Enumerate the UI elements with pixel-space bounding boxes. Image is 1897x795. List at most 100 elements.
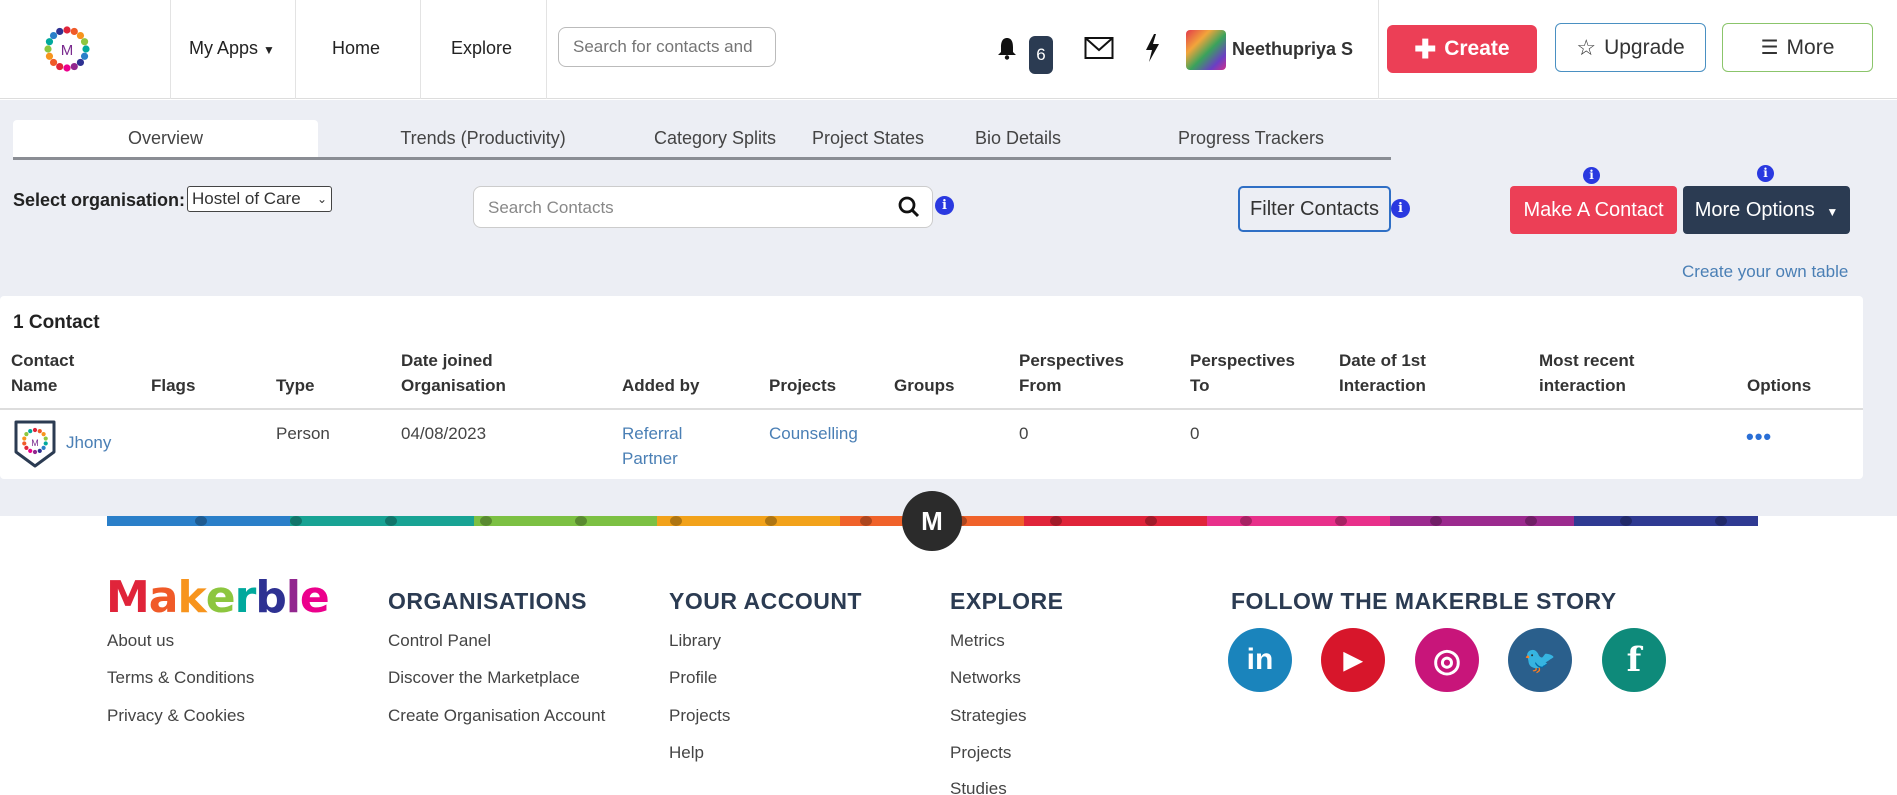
column-header-recent-interaction[interactable]: Most recent interaction — [1539, 348, 1634, 398]
tab-progress-trackers[interactable]: Progress Trackers — [1151, 120, 1351, 157]
contact-added-by-link[interactable]: Referral Partner — [622, 421, 682, 471]
stripe-joint — [480, 516, 492, 526]
logo-dot — [49, 31, 58, 40]
bell-icon[interactable] — [997, 36, 1017, 60]
footer-link-create-org[interactable]: Create Organisation Account — [388, 706, 605, 726]
chevron-down-icon: ⌄ — [316, 192, 327, 206]
contact-project-link[interactable]: Counselling — [769, 421, 858, 446]
footer-link-marketplace[interactable]: Discover the Marketplace — [388, 668, 580, 688]
footer-link-metrics[interactable]: Metrics — [950, 631, 1005, 651]
stripe-joint — [1620, 516, 1632, 526]
stripe-joint — [290, 516, 302, 526]
logo-dot — [63, 26, 71, 34]
facebook-icon[interactable]: f — [1602, 628, 1666, 692]
column-header-projects[interactable]: Projects — [769, 373, 836, 398]
footer-link-profile[interactable]: Profile — [669, 668, 717, 688]
tab-bio-details[interactable]: Bio Details — [953, 120, 1083, 157]
column-header-perspectives-from[interactable]: Perspectives From — [1019, 348, 1124, 398]
column-header-perspectives-to[interactable]: Perspectives To — [1190, 348, 1295, 398]
my-apps-menu[interactable]: My Apps ▼ — [189, 0, 275, 99]
logo-dot — [70, 27, 78, 36]
stripe-segment — [1207, 516, 1392, 526]
makerble-logo-icon[interactable]: M — [40, 22, 94, 76]
linkedin-icon[interactable]: in — [1228, 628, 1292, 692]
column-header-flags[interactable]: Flags — [151, 373, 195, 398]
footer-link-control-panel[interactable]: Control Panel — [388, 631, 491, 651]
filter-info-icon[interactable]: i — [1391, 199, 1410, 218]
stripe-joint — [385, 516, 397, 526]
make-contact-info-icon[interactable]: i — [1583, 167, 1600, 184]
footer-link-strategies[interactable]: Strategies — [950, 706, 1027, 726]
more-options-info-icon[interactable]: i — [1757, 165, 1774, 182]
footer-link-networks[interactable]: Networks — [950, 668, 1021, 688]
home-link[interactable]: Home — [332, 0, 380, 99]
user-avatar[interactable] — [1186, 30, 1226, 70]
footer-link-projects[interactable]: Projects — [669, 706, 730, 726]
stripe-joint — [1335, 516, 1347, 526]
footer-link-help[interactable]: Help — [669, 743, 704, 763]
organisation-select[interactable]: Hostel of Care ⌄ — [187, 186, 332, 212]
user-name[interactable]: Neethupriya S — [1232, 39, 1353, 60]
notification-count-badge[interactable]: 6 — [1029, 36, 1053, 74]
contact-search-input[interactable]: Search Contacts — [473, 186, 933, 228]
more-options-label: More Options — [1694, 199, 1815, 221]
footer-link-privacy[interactable]: Privacy & Cookies — [107, 706, 245, 726]
create-button[interactable]: ✚ Create — [1387, 25, 1537, 73]
star-icon: ☆ — [1576, 34, 1597, 60]
global-search-input[interactable] — [558, 27, 776, 67]
table-header-divider — [0, 408, 1863, 410]
footer-link-explore-projects[interactable]: Projects — [950, 743, 1011, 763]
instagram-icon[interactable]: ◎ — [1415, 628, 1479, 692]
upgrade-button[interactable]: ☆ Upgrade — [1555, 23, 1706, 72]
stripe-segment — [473, 516, 658, 526]
logo-dot — [37, 428, 42, 434]
brand-letter: a — [148, 572, 179, 623]
column-header-groups[interactable]: Groups — [894, 373, 954, 398]
youtube-icon[interactable]: ▶ — [1321, 628, 1385, 692]
organisation-label: Select organisation: — [13, 190, 186, 210]
contact-avatar-icon[interactable]: M — [12, 419, 58, 469]
footer-heading-follow: FOLLOW THE MAKERBLE STORY — [1231, 588, 1617, 614]
row-options-icon[interactable]: ••• — [1746, 424, 1772, 450]
filter-contacts-button[interactable]: Filter Contacts — [1238, 186, 1391, 232]
footer-link-terms[interactable]: Terms & Conditions — [107, 668, 254, 688]
tab-project-states[interactable]: Project States — [793, 120, 943, 157]
lightning-icon[interactable] — [1144, 34, 1160, 62]
create-own-table-link[interactable]: Create your own table — [1682, 262, 1848, 282]
logo-dot — [82, 45, 90, 53]
make-contact-button[interactable]: Make A Contact — [1510, 186, 1677, 234]
tab-trends[interactable]: Trends (Productivity) — [368, 120, 598, 157]
tab-overview[interactable]: Overview — [13, 120, 318, 157]
footer-link-studies[interactable]: Studies — [950, 779, 1007, 795]
logo-dot — [24, 432, 29, 437]
footer-link-about[interactable]: About us — [107, 631, 174, 651]
twitter-icon[interactable]: 🐦 — [1508, 628, 1572, 692]
stripe-joint — [1430, 516, 1442, 526]
brand-letter: k — [177, 572, 207, 623]
column-header-date-joined[interactable]: Date joined Organisation — [401, 348, 506, 398]
tab-category-splits[interactable]: Category Splits — [635, 120, 795, 157]
logo-dot — [41, 445, 46, 450]
makerble-brand-logo[interactable]: Makerble — [106, 572, 330, 623]
plus-icon: ✚ — [1414, 34, 1437, 64]
logo-dot — [45, 52, 54, 60]
logo-dot — [32, 427, 38, 433]
more-label: More — [1786, 35, 1835, 59]
stripe-segment — [657, 516, 842, 526]
column-header-added-by[interactable]: Added by — [622, 373, 699, 398]
footer-link-library[interactable]: Library — [669, 631, 721, 651]
search-icon[interactable] — [898, 196, 920, 218]
column-header-first-interaction[interactable]: Date of 1st Interaction — [1339, 348, 1426, 398]
brand-letter: e — [205, 572, 236, 623]
search-info-icon[interactable]: i — [935, 196, 954, 215]
mail-icon[interactable] — [1084, 36, 1114, 60]
more-options-button[interactable]: More Options ▼ — [1683, 186, 1850, 234]
contact-name-link[interactable]: Jhony — [66, 430, 111, 455]
explore-link[interactable]: Explore — [451, 0, 512, 99]
contact-date-joined: 04/08/2023 — [401, 424, 487, 443]
column-header-type[interactable]: Type — [276, 373, 314, 398]
column-header-contact-name[interactable]: Contact Name — [11, 348, 74, 398]
logo-dot — [80, 52, 89, 60]
logo-dot — [37, 448, 42, 454]
more-button[interactable]: ☰ More — [1722, 23, 1873, 72]
